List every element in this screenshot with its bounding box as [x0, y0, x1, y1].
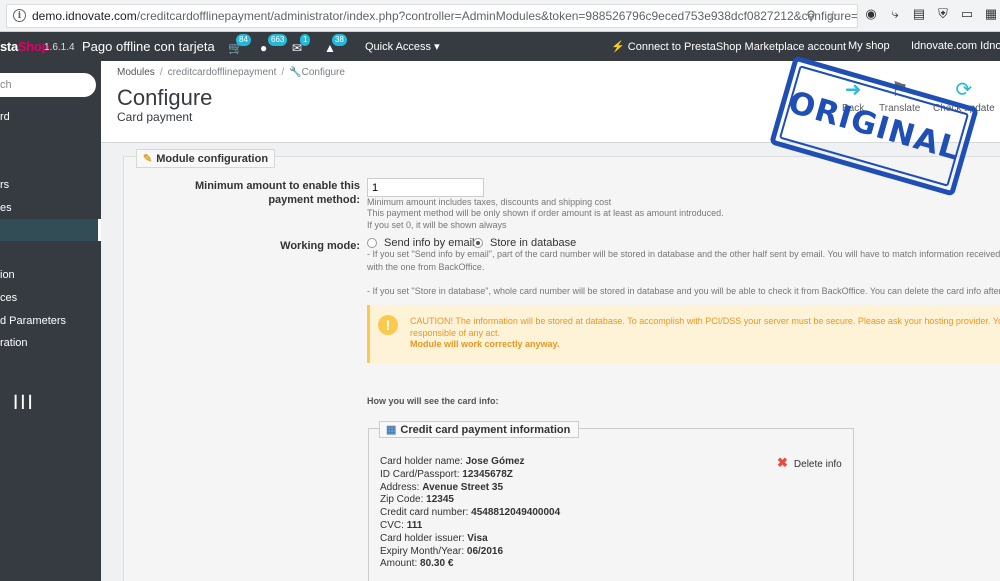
- caution-alert: ! CAUTION! The information will be store…: [367, 305, 1000, 363]
- plug-icon: ⚡: [611, 41, 625, 53]
- customers-notification[interactable]: ● 663: [260, 34, 288, 55]
- sidebar-item-modules[interactable]: es: [0, 202, 12, 214]
- sidebar-item-dashboard[interactable]: rd: [0, 111, 10, 123]
- cvc-row: CVC: 111: [380, 519, 423, 531]
- card-number-row: Credit card number: 4548812049400004: [380, 507, 561, 519]
- expiry-row: Expiry Month/Year: 06/2016: [380, 545, 504, 557]
- url-domain: demo.idnovate.com: [32, 8, 137, 23]
- pencil-icon: ✎: [143, 153, 153, 165]
- radio-send-email[interactable]: Send info by email: [367, 237, 475, 249]
- sidebar-item-preferences[interactable]: ces: [0, 292, 17, 304]
- address-bar[interactable]: i demo.idnovate.com/creditcardofflinepay…: [6, 3, 858, 28]
- user-menu[interactable]: Idnovate.com Idnov: [911, 40, 1000, 52]
- caret-down-icon: ▾: [434, 41, 440, 53]
- pin-icon[interactable]: ⚲: [800, 5, 822, 27]
- radio-circle-selected[interactable]: [473, 238, 483, 248]
- sidebar-item-configuration[interactable]: ration: [0, 337, 28, 349]
- prestashop-logo[interactable]: staShop: [0, 39, 49, 54]
- alert-note: Module will work correctly anyway.: [410, 339, 560, 349]
- messages-notification[interactable]: ✉ 1: [292, 34, 311, 55]
- arrow-extension-icon[interactable]: ⤷: [886, 4, 904, 24]
- version-label: 1.6.1.4: [44, 42, 75, 53]
- breadcrumb-modules[interactable]: Modules: [117, 67, 155, 78]
- page-subtitle: Card payment: [117, 110, 193, 124]
- orders-badge: 84: [236, 34, 251, 46]
- mode-help-3: - If you set "Store in database", whole …: [367, 286, 1000, 296]
- alert-text: CAUTION! The information will be stored …: [410, 316, 1000, 338]
- id-card-row: ID Card/Passport: 12345678Z: [380, 468, 513, 480]
- radio-store-database[interactable]: Store in database: [473, 237, 576, 249]
- card-info-list: Card holder name: Jose Gómez ID Card/Pas…: [380, 456, 560, 571]
- bookmark-star-icon[interactable]: ☆: [822, 5, 844, 27]
- customers-badge: 663: [268, 34, 288, 46]
- info-icon[interactable]: i: [13, 9, 26, 22]
- admin-sidebar: ch rd rs es ion ces d Parameters ration …: [0, 61, 101, 581]
- breadcrumb-module[interactable]: creditcardofflinepayment: [168, 67, 277, 78]
- module-config-panel: ✎ Module configuration Minimum amount to …: [123, 149, 1000, 581]
- radio-circle[interactable]: [367, 238, 377, 248]
- url-path: /creditcardofflinepayment/administrator/…: [136, 8, 858, 23]
- sidebar-item-customers[interactable]: rs: [0, 179, 9, 191]
- my-shop-link[interactable]: My shop: [848, 40, 890, 52]
- working-mode-label: Working mode:: [280, 240, 360, 252]
- breadcrumb: Modules / creditcardofflinepayment / 🔧Config…: [117, 67, 345, 78]
- address-row: Address: Avenue Street 35: [380, 481, 504, 493]
- min-amount-input[interactable]: [367, 178, 484, 197]
- breadcrumb-configure: Configure: [301, 67, 345, 78]
- card-info-heading: ▦ Credit card payment information: [379, 421, 580, 438]
- archive-extension-icon[interactable]: ▤: [910, 4, 928, 24]
- min-amount-label: Minimum amount to enable this payment me…: [194, 180, 360, 206]
- sidebar-item-administration[interactable]: ion: [0, 269, 15, 281]
- delete-info-button[interactable]: ✖ Delete info: [777, 455, 842, 471]
- warning-icon: !: [378, 315, 398, 335]
- quick-access-menu[interactable]: Quick Access ▾: [365, 40, 440, 53]
- sidebar-search-input[interactable]: ch: [0, 73, 96, 97]
- sidebar-active-item[interactable]: [0, 219, 101, 241]
- trophy-notification[interactable]: ▲ 38: [324, 34, 347, 55]
- zip-code-row: Zip Code: 12345: [380, 494, 454, 506]
- trophy-badge: 38: [332, 34, 347, 46]
- mode-help-2: with the one from BackOffice.: [367, 262, 485, 272]
- amount-row: Amount: 80.30 €: [380, 558, 454, 570]
- shield-extension-icon[interactable]: ⛨: [934, 4, 952, 24]
- messages-badge: 1: [300, 34, 311, 46]
- sidebar-item-advanced-parameters[interactable]: d Parameters: [0, 315, 66, 327]
- card-preview-label: How you will see the card info:: [367, 396, 499, 406]
- shop-name[interactable]: Pago offline con tarjeta: [82, 39, 215, 54]
- mode-help-1: - If you set "Send info by email", part …: [367, 249, 1000, 259]
- cast-icon[interactable]: ▭: [958, 4, 976, 24]
- user-icon: ●: [260, 41, 268, 55]
- credit-card-icon: ▦: [386, 424, 397, 436]
- min-amount-help-1: Minimum amount includes taxes, discounts…: [367, 197, 612, 207]
- puzzle-extension-icon[interactable]: ▦: [982, 4, 1000, 24]
- page-title: Configure: [117, 85, 213, 110]
- browser-toolbar: i demo.idnovate.com/creditcardofflinepay…: [0, 0, 1000, 32]
- wrench-icon: 🔧: [289, 67, 302, 78]
- min-amount-help-3: If you set 0, it will be shown always: [367, 220, 507, 230]
- min-amount-help-2: This payment method will be only shown i…: [367, 208, 724, 218]
- issuer-row: Card holder issuer: Visa: [380, 532, 488, 544]
- eye-extension-icon[interactable]: ◉: [862, 4, 880, 24]
- card-info-fieldset: ▦ Credit card payment information ✖ Delete…: [368, 421, 854, 581]
- admin-top-nav: staShop 1.6.1.4 Pago offline con tarjeta…: [0, 32, 1000, 61]
- panel-heading: ✎ Module configuration: [136, 149, 276, 168]
- barcode-icon[interactable]: ┃┃┃: [12, 395, 34, 409]
- close-icon: ✖: [777, 455, 788, 470]
- card-holder-row: Card holder name: Jose Gómez: [380, 456, 525, 467]
- orders-notification[interactable]: 🛒 84: [228, 34, 251, 55]
- marketplace-link[interactable]: ⚡ Connect to PrestaShop Marketplace acco…: [611, 40, 846, 53]
